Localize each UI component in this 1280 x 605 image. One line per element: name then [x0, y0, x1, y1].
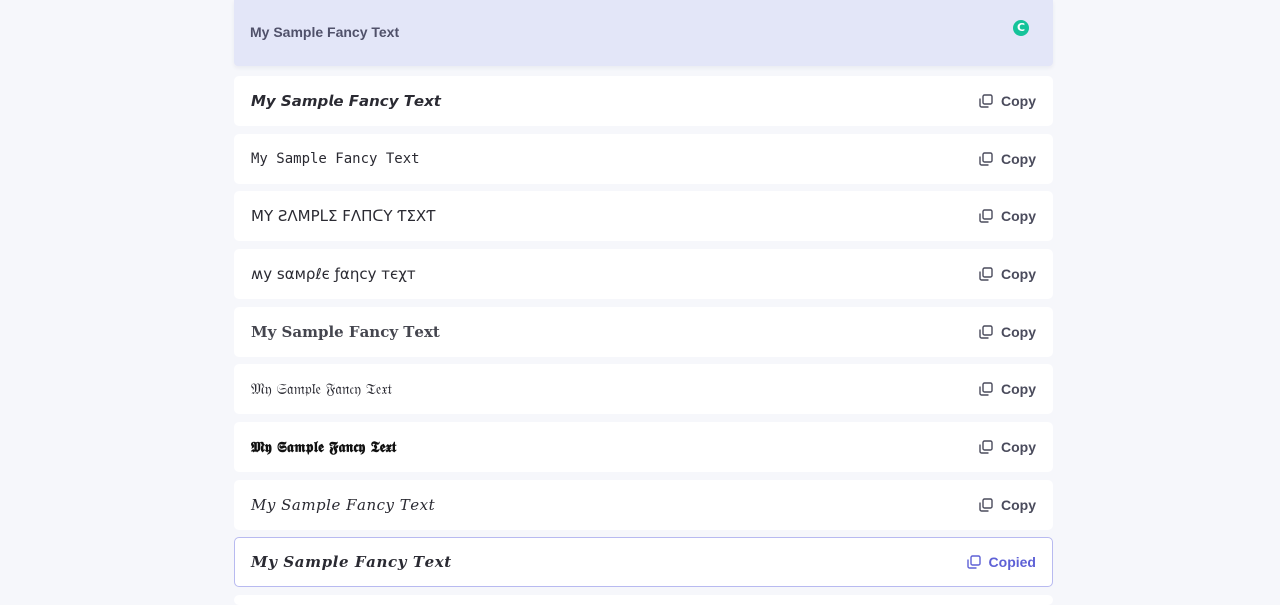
fancy-text: 𝙼𝚢 𝚂𝚊𝚖𝚙𝚕𝚎 𝙵𝚊𝚗𝚌𝚢 𝚃𝚎𝚡𝚝 [251, 151, 420, 167]
copy-button[interactable]: Copy [979, 308, 1036, 356]
fancy-result-row: 𝙈𝙮 𝙎𝙖𝙢𝙥𝙡𝙚 𝙁𝙖𝙣𝙘𝙮 𝙏𝙚𝙭𝙩 Copy [234, 76, 1053, 126]
copy-icon [979, 382, 993, 396]
copy-label: Copy [1001, 93, 1036, 109]
input-text-value[interactable]: My Sample Fancy Text [250, 24, 399, 40]
copy-icon [979, 152, 993, 166]
fancy-result-row: 𝕸𝖞 𝕾𝖆𝖒𝖕𝖑𝖊 𝕱𝖆𝖓𝖈𝖞 𝕿𝖊𝖝𝖙 Copy [234, 422, 1053, 472]
copy-icon [979, 325, 993, 339]
fancy-text: 𝐌𝐲 𝐒𝐚𝐦𝐩𝐥𝐞 𝐅𝐚𝐧𝐜𝐲 𝐓𝐞𝐱𝐭 [251, 323, 440, 341]
fancy-result-row: 𝐌𝐲 𝐒𝐚𝐦𝐩𝐥𝐞 𝐅𝐚𝐧𝐜𝐲 𝐓𝐞𝐱𝐭 Copy [234, 307, 1053, 357]
copy-button[interactable]: Copy [979, 481, 1036, 529]
copy-label: Copy [1001, 151, 1036, 167]
copy-button[interactable]: Copy [979, 423, 1036, 471]
copy-button[interactable]: Copy [979, 77, 1036, 125]
fancy-text: 𝙈𝙮 𝙎𝙖𝙢𝙥𝙡𝙚 𝙁𝙖𝙣𝙘𝙮 𝙏𝙚𝙭𝙩 [251, 92, 441, 110]
fancy-text: ΜΥ ƧΛΜΡᒪΣ FΛПᑕΥ ƬΣXƬ [251, 207, 436, 225]
fancy-result-row: 𝙼𝚢 𝚂𝚊𝚖𝚙𝚕𝚎 𝙵𝚊𝚗𝚌𝚢 𝚃𝚎𝚡𝚝 Copy [234, 134, 1053, 184]
text-input[interactable]: My Sample Fancy Text C [234, 0, 1053, 66]
copied-button[interactable]: Copied [966, 538, 1036, 586]
copy-icon [979, 440, 993, 454]
copy-button[interactable]: Copy [979, 250, 1036, 298]
fancy-result-row: ʍy sαмρℓє ƒαηcy тєχт Copy [234, 249, 1053, 299]
copy-button[interactable]: Copy [979, 365, 1036, 413]
grammarly-icon[interactable]: C [1013, 20, 1029, 36]
copy-label: Copy [1001, 266, 1036, 282]
copy-icon [979, 94, 993, 108]
fancy-result-row: 𝔐𝔶 𝔖𝔞𝔪𝔭𝔩𝔢 𝔉𝔞𝔫𝔠𝔶 𝔗𝔢𝔵𝔱 Copy [234, 364, 1053, 414]
copy-icon [966, 555, 981, 569]
fancy-text: ʍy sαмρℓє ƒαηcy тєχт [251, 265, 416, 283]
fancy-result-row-partial [234, 595, 1053, 605]
copy-label: Copy [1001, 381, 1036, 397]
copy-label: Copy [1001, 324, 1036, 340]
copied-label: Copied [988, 554, 1036, 570]
fancy-result-row-copied: 𝑴𝒚 𝑺𝒂𝒎𝒑𝒍𝒆 𝑭𝒂𝒏𝒄𝒚 𝑻𝒆𝒙𝒕 Copied [234, 537, 1053, 587]
copy-icon [979, 267, 993, 281]
copy-icon [979, 498, 993, 512]
copy-label: Copy [1001, 439, 1036, 455]
copy-button[interactable]: Copy [979, 135, 1036, 183]
fancy-text: 𝔐𝔶 𝔖𝔞𝔪𝔭𝔩𝔢 𝔉𝔞𝔫𝔠𝔶 𝔗𝔢𝔵𝔱 [251, 380, 393, 398]
fancy-result-row: ΜΥ ƧΛΜΡᒪΣ FΛПᑕΥ ƬΣXƬ Copy [234, 191, 1053, 241]
fancy-text: 𝑀𝑦 𝑆𝑎𝑚𝑝𝑙𝑒 𝐹𝑎𝑛𝑐𝑦 𝑇𝑒𝑥𝑡 [251, 496, 436, 514]
copy-label: Copy [1001, 208, 1036, 224]
copy-icon [979, 209, 993, 223]
copy-button[interactable]: Copy [979, 192, 1036, 240]
fancy-text: 𝕸𝖞 𝕾𝖆𝖒𝖕𝖑𝖊 𝕱𝖆𝖓𝖈𝖞 𝕿𝖊𝖝𝖙 [251, 438, 397, 456]
copy-label: Copy [1001, 497, 1036, 513]
fancy-result-row: 𝑀𝑦 𝑆𝑎𝑚𝑝𝑙𝑒 𝐹𝑎𝑛𝑐𝑦 𝑇𝑒𝑥𝑡 Copy [234, 480, 1053, 530]
fancy-text-panel: My Sample Fancy Text C 𝙈𝙮 𝙎𝙖𝙢𝙥𝙡𝙚 𝙁𝙖𝙣𝙘𝙮 𝙏… [234, 0, 1053, 605]
fancy-text: 𝑴𝒚 𝑺𝒂𝒎𝒑𝒍𝒆 𝑭𝒂𝒏𝒄𝒚 𝑻𝒆𝒙𝒕 [251, 553, 452, 571]
